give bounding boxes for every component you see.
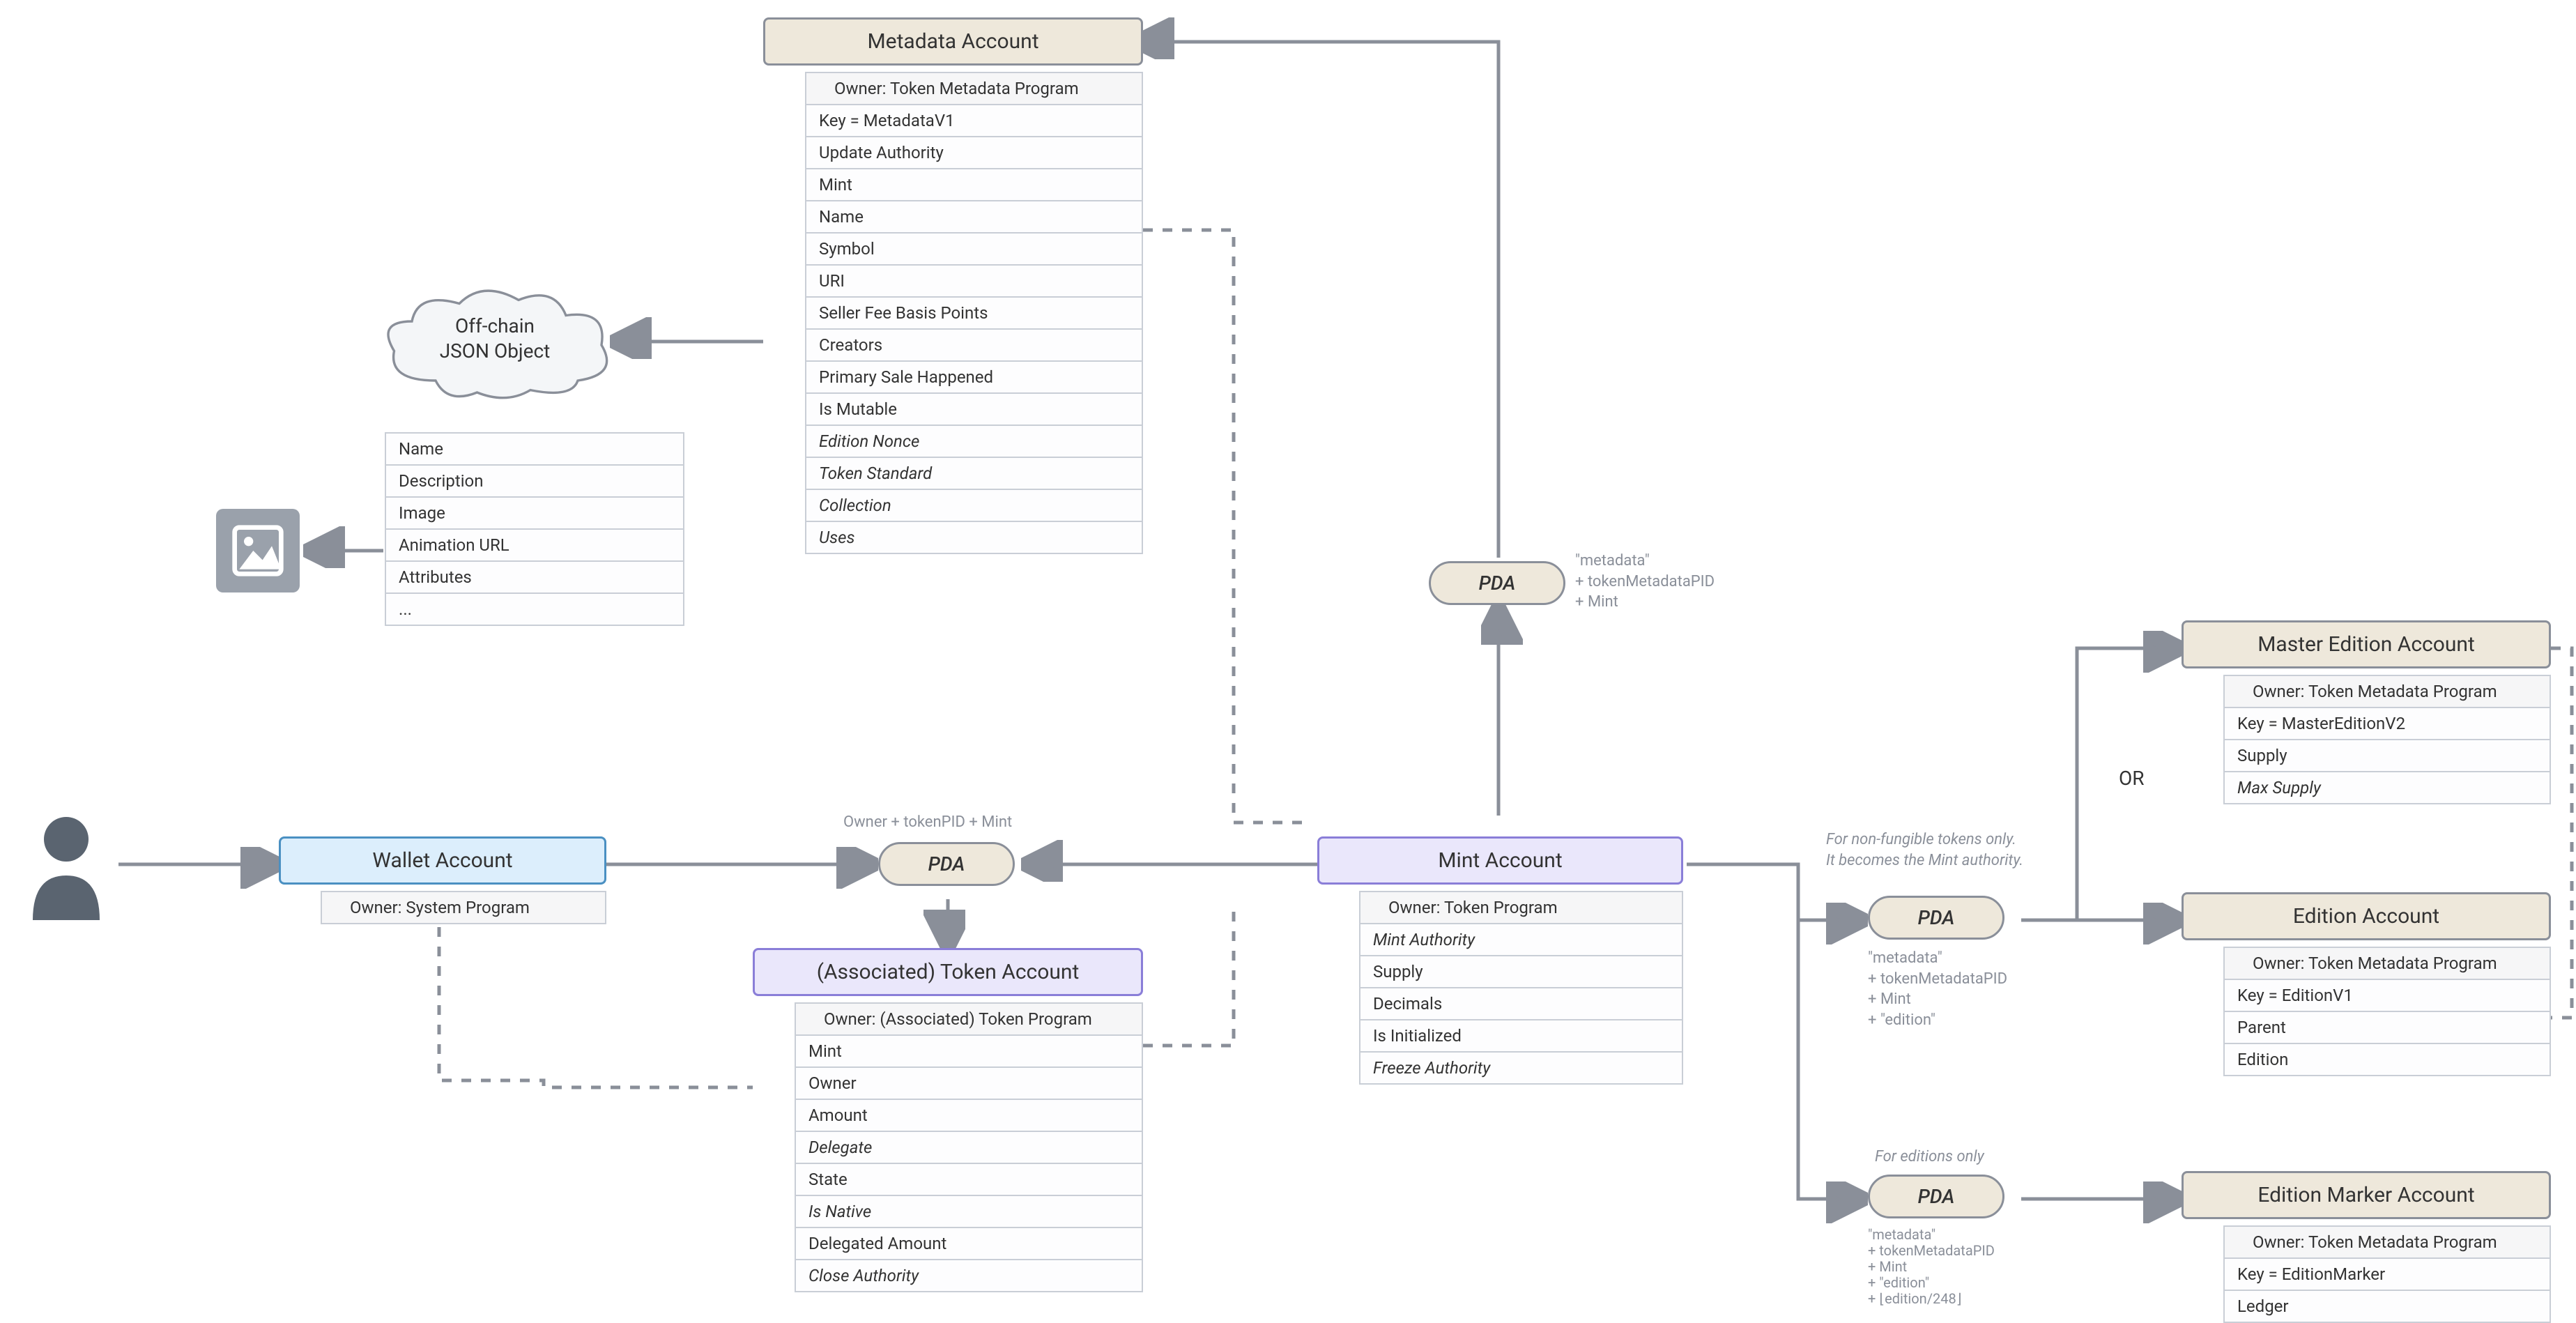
master-edition-account: Master Edition Account [2182, 620, 2551, 668]
user-icon [21, 809, 112, 923]
field-row: Key = MetadataV1 [805, 105, 1143, 137]
field-row: Name [385, 432, 684, 466]
pda-metadata: PDA [1429, 561, 1565, 605]
field-row: Is Mutable [805, 394, 1143, 426]
mint-title: Mint Account [1319, 839, 1681, 882]
field-row: Key = MasterEditionV2 [2223, 708, 2551, 740]
field-row: Amount [795, 1100, 1143, 1132]
edition-account: Edition Account [2182, 892, 2551, 940]
edition-marker-title: Edition Marker Account [2184, 1173, 2549, 1217]
field-row: Update Authority [805, 137, 1143, 169]
field-row: Name [805, 201, 1143, 234]
pda-label-3: PDA [1918, 906, 1955, 929]
field-row: State [795, 1164, 1143, 1196]
field-row: Symbol [805, 234, 1143, 266]
field-row: URI [805, 266, 1143, 298]
pda-metadata-seeds: "metadata" + tokenMetadataPID + Mint [1575, 551, 1715, 613]
field-row: Ledger [2223, 1291, 2551, 1323]
field-row: Key = EditionV1 [2223, 980, 2551, 1012]
field-row: Supply [1359, 956, 1683, 988]
wallet-title: Wallet Account [281, 839, 604, 882]
field-row: Owner: Token Metadata Program [805, 72, 1143, 105]
pda-label-4: PDA [1918, 1185, 1955, 1208]
field-row: Animation URL [385, 530, 684, 562]
field-row: Owner [795, 1068, 1143, 1100]
field-row: Uses [805, 522, 1143, 554]
wallet-account: Wallet Account [279, 836, 606, 885]
pda-label-2: PDA [1479, 572, 1516, 595]
token-account: (Associated) Token Account [753, 948, 1143, 996]
image-icon [216, 509, 300, 592]
field-row: Max Supply [2223, 772, 2551, 804]
field-row: Key = EditionMarker [2223, 1259, 2551, 1291]
mint-account: Mint Account [1317, 836, 1683, 885]
pda-token-seeds: Owner + tokenPID + Mint [843, 812, 1012, 833]
field-row: Edition Nonce [805, 426, 1143, 458]
field-row: Delegated Amount [795, 1228, 1143, 1260]
field-row: Token Standard [805, 458, 1143, 490]
wallet-owner: Owner: System Program [321, 891, 606, 924]
field-row: Close Authority [795, 1260, 1143, 1292]
field-row: ... [385, 594, 684, 626]
marker-note: For editions only [1875, 1147, 1984, 1168]
edition-marker-account: Edition Marker Account [2182, 1171, 2551, 1219]
field-row: Mint [805, 169, 1143, 201]
field-row: Owner: Token Program [1359, 891, 1683, 924]
pda-label: PDA [928, 852, 965, 875]
field-row: Owner: Token Metadata Program [2223, 947, 2551, 980]
field-row: Is Initialized [1359, 1020, 1683, 1053]
field-row: Delegate [795, 1132, 1143, 1164]
field-row: Primary Sale Happened [805, 362, 1143, 394]
field-row: Supply [2223, 740, 2551, 772]
field-row: Mint Authority [1359, 924, 1683, 956]
master-edition-title: Master Edition Account [2184, 622, 2549, 666]
pda-edition: PDA [1868, 896, 2004, 940]
field-row: Seller Fee Basis Points [805, 298, 1143, 330]
pda-marker: PDA [1868, 1175, 2004, 1218]
field-row: Parent [2223, 1012, 2551, 1044]
field-row: Owner: Token Metadata Program [2223, 1225, 2551, 1259]
field-row: Owner: Token Metadata Program [2223, 675, 2551, 708]
pda-edition-seeds: "metadata" + tokenMetadataPID + Mint + "… [1868, 948, 2007, 1031]
field-row: Collection [805, 490, 1143, 522]
field-row: Attributes [385, 562, 684, 594]
pda-marker-seeds: "metadata" + tokenMetadataPID + Mint + "… [1868, 1227, 1995, 1307]
field-row: Owner: (Associated) Token Program [795, 1002, 1143, 1036]
edition-title: Edition Account [2184, 894, 2549, 938]
field-row: Is Native [795, 1196, 1143, 1228]
pda-token: PDA [878, 842, 1015, 886]
field-row: Mint [795, 1036, 1143, 1068]
field-row: Image [385, 498, 684, 530]
or-label: OR [2119, 767, 2145, 790]
token-title: (Associated) Token Account [755, 950, 1141, 994]
field-row: Decimals [1359, 988, 1683, 1020]
field-row: Freeze Authority [1359, 1053, 1683, 1085]
field-row: Creators [805, 330, 1143, 362]
field-row: Edition [2223, 1044, 2551, 1076]
metadata-account: Metadata Account [763, 17, 1143, 66]
field-row: Description [385, 466, 684, 498]
metadata-title: Metadata Account [765, 20, 1141, 63]
json-cloud: Off-chainJSON Object [369, 286, 620, 404]
edition-note: For non-fungible tokens only.It becomes … [1826, 829, 2023, 871]
